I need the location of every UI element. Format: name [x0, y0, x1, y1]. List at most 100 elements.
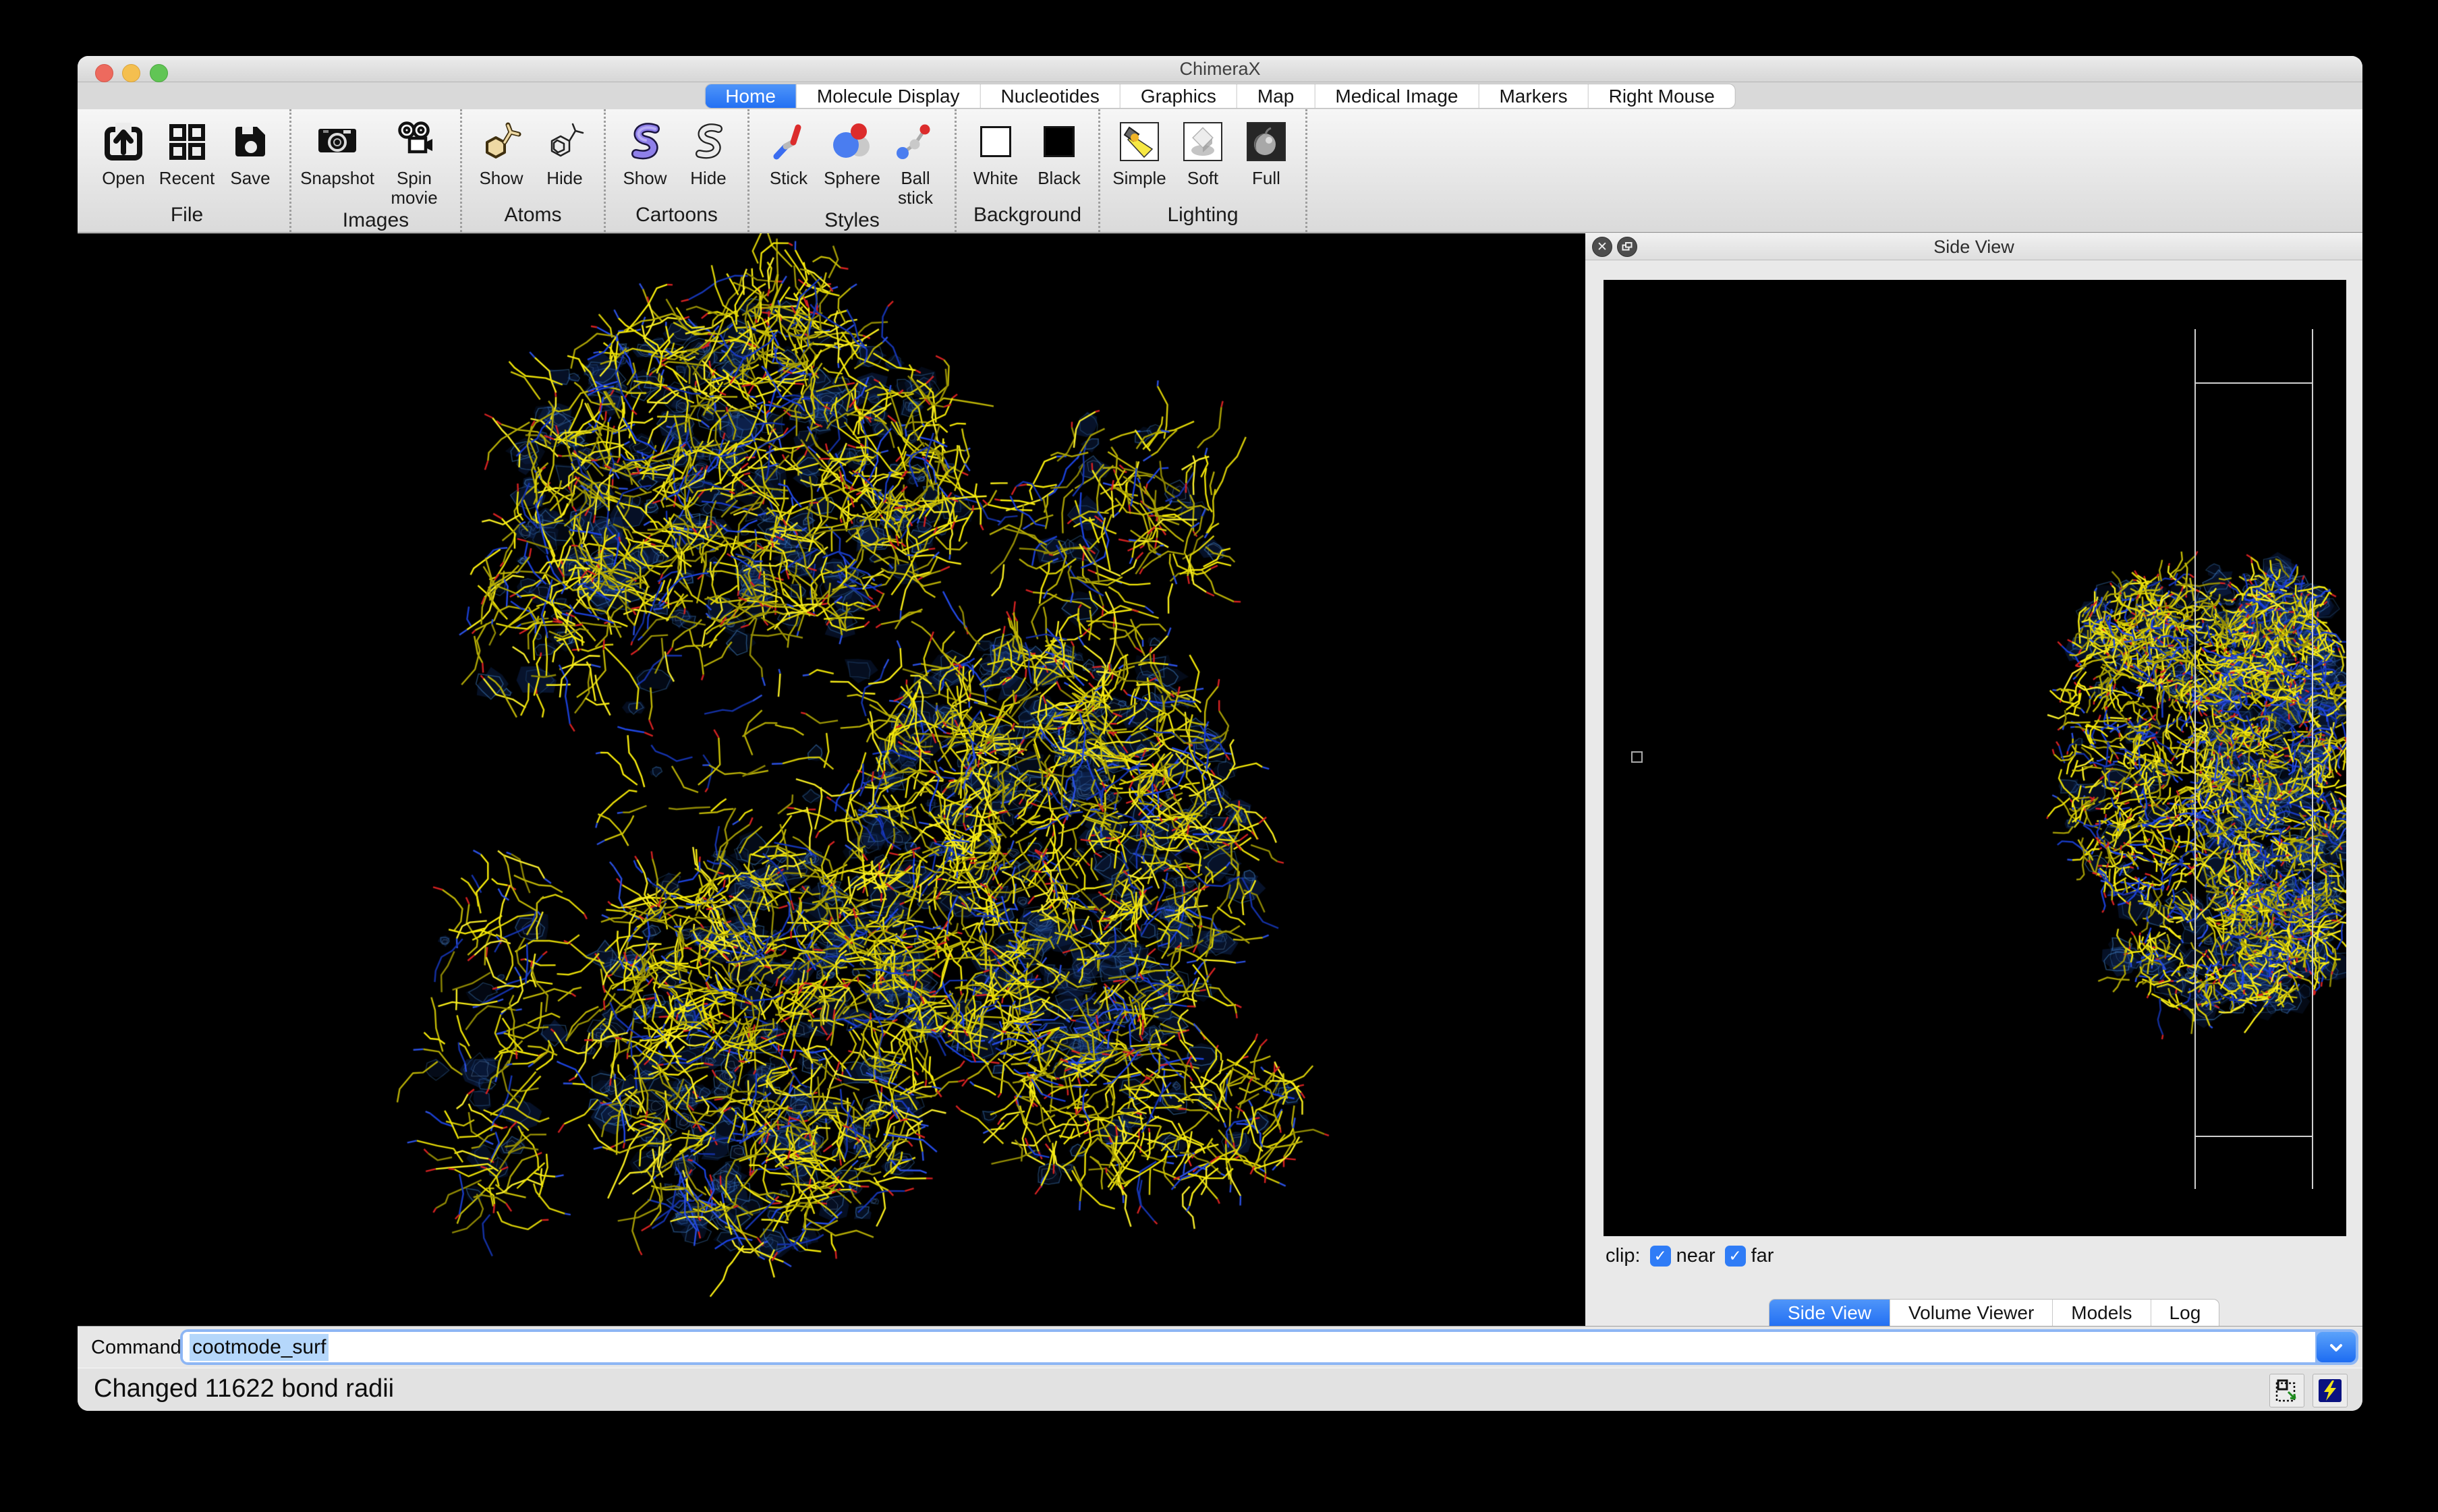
side-molecule-render	[1604, 280, 2346, 1236]
command-label: Command:	[91, 1327, 187, 1368]
tab-right-mouse[interactable]: Right Mouse	[1589, 84, 1735, 108]
tab-log[interactable]: Log	[2151, 1300, 2219, 1326]
snapshot-icon	[315, 117, 360, 166]
spin-movie-label: Spin movie	[378, 169, 451, 208]
chimerax-window: ChimeraX Home Molecule Display Nucleotid…	[78, 56, 2362, 1411]
style-ball-stick-button[interactable]: Ball stick	[886, 113, 945, 208]
recent-button[interactable]: Recent	[157, 113, 217, 188]
recent-label: Recent	[159, 169, 215, 188]
tab-nucleotides[interactable]: Nucleotides	[981, 84, 1121, 108]
near-label: near	[1676, 1245, 1716, 1267]
atoms-hide-label: Hide	[546, 169, 582, 188]
window-title: ChimeraX	[78, 56, 2362, 82]
toolbar-group-styles: Stick Sphere Ball stick	[749, 109, 957, 232]
open-button[interactable]: Open	[94, 113, 153, 188]
home-toolbar: Open Recent Save File	[78, 109, 2362, 233]
near-clip-line[interactable]	[2194, 329, 2196, 1189]
view-bottom-line	[2194, 1136, 2313, 1137]
far-clip-line[interactable]	[2312, 329, 2313, 1189]
style-sphere-button[interactable]: Sphere	[822, 113, 882, 188]
simple-label: Simple	[1112, 169, 1166, 188]
command-history-dropdown[interactable]	[2317, 1332, 2356, 1362]
atoms-hide-button[interactable]: Hide	[535, 113, 594, 188]
group-caption-background: Background	[973, 202, 1081, 231]
background-white-button[interactable]: White	[966, 113, 1025, 188]
cartoons-hide-button[interactable]: Hide	[679, 113, 738, 188]
tab-home[interactable]: Home	[705, 84, 797, 108]
side-view-viewport[interactable]	[1604, 280, 2346, 1236]
save-icon	[229, 117, 272, 166]
select-region-button[interactable]	[2269, 1374, 2304, 1407]
lightning-button[interactable]	[2313, 1374, 2348, 1407]
far-checkbox[interactable]	[1725, 1246, 1746, 1267]
simple-lighting-icon	[1120, 117, 1159, 166]
tab-markers[interactable]: Markers	[1479, 84, 1588, 108]
toolbar-group-background: White Black Background	[957, 109, 1100, 232]
clip-far-option[interactable]: far	[1725, 1245, 1774, 1267]
sphere-label: Sphere	[824, 169, 880, 188]
lightning-icon	[2317, 1377, 2344, 1404]
tab-volume-viewer[interactable]: Volume Viewer	[1890, 1300, 2053, 1326]
group-caption-atoms: Atoms	[504, 202, 561, 231]
command-input[interactable]: cootmode_surf	[183, 1332, 2315, 1362]
cartoons-show-button[interactable]: Show	[615, 113, 675, 188]
desktop-background: ChimeraX Home Molecule Display Nucleotid…	[0, 0, 2438, 1512]
tab-medical-image[interactable]: Medical Image	[1315, 84, 1479, 108]
command-row: Command: cootmode_surf	[78, 1326, 2362, 1368]
open-label: Open	[102, 169, 145, 188]
ribbon-tab-pill: Home Molecule Display Nucleotides Graphi…	[704, 84, 1736, 109]
black-background-icon	[1044, 117, 1075, 166]
soft-label: Soft	[1187, 169, 1218, 188]
lighting-soft-button[interactable]: Soft	[1173, 113, 1232, 188]
atoms-show-label: Show	[479, 169, 523, 188]
snapshot-button[interactable]: Snapshot	[301, 113, 374, 188]
atoms-hide-icon	[543, 117, 586, 166]
tab-models[interactable]: Models	[2053, 1300, 2151, 1326]
atoms-show-button[interactable]: Show	[472, 113, 531, 188]
toolbar-group-atoms: Show Hide Atoms	[462, 109, 606, 232]
clip-near-option[interactable]: near	[1650, 1245, 1716, 1267]
save-button[interactable]: Save	[221, 113, 280, 188]
background-black-button[interactable]: Black	[1029, 113, 1089, 188]
group-caption-file: File	[171, 202, 203, 231]
tab-side-view[interactable]: Side View	[1769, 1300, 1890, 1326]
main-3d-viewport[interactable]	[78, 233, 1585, 1326]
stick-label: Stick	[770, 169, 807, 188]
tab-graphics[interactable]: Graphics	[1121, 84, 1237, 108]
ribbon-tab-row: Home Molecule Display Nucleotides Graphi…	[78, 82, 2362, 109]
command-text-selected: cootmode_surf	[190, 1334, 329, 1361]
group-caption-styles: Styles	[824, 208, 880, 236]
side-view-title: Side View	[1585, 233, 2362, 260]
tab-molecule-display[interactable]: Molecule Display	[797, 84, 981, 108]
recent-icon	[165, 117, 208, 166]
cartoons-hide-icon	[687, 117, 730, 166]
tab-map[interactable]: Map	[1237, 84, 1315, 108]
full-label: Full	[1252, 169, 1280, 188]
stick-style-icon	[767, 117, 810, 166]
style-stick-button[interactable]: Stick	[759, 113, 818, 188]
content-area: ✕ Side View clip:	[78, 233, 2362, 1326]
side-view-header: ✕ Side View	[1585, 233, 2362, 260]
group-caption-cartoons: Cartoons	[635, 202, 718, 231]
sphere-style-icon	[830, 117, 874, 166]
command-combobox[interactable]: cootmode_surf	[180, 1329, 2358, 1365]
near-checkbox[interactable]	[1650, 1246, 1671, 1267]
eye-position-handle[interactable]	[1631, 751, 1643, 763]
open-icon	[102, 117, 145, 166]
spin-movie-button[interactable]: Spin movie	[378, 113, 451, 208]
ball-stick-style-icon	[894, 117, 937, 166]
save-label: Save	[230, 169, 270, 188]
tool-tabs: Side View Volume Viewer Models Log	[1769, 1299, 2219, 1326]
toolbar-group-cartoons: Show Hide Cartoons	[606, 109, 749, 232]
lighting-simple-button[interactable]: Simple	[1110, 113, 1169, 188]
group-caption-lighting: Lighting	[1167, 202, 1238, 231]
lighting-full-button[interactable]: Full	[1237, 113, 1296, 188]
group-caption-images: Images	[343, 208, 409, 236]
status-message: Changed 11622 bond radii	[94, 1368, 394, 1411]
toolbar-group-file: Open Recent Save File	[84, 109, 291, 232]
snapshot-label: Snapshot	[300, 169, 374, 188]
status-bar: Changed 11622 bond radii	[78, 1368, 2362, 1411]
atoms-show-icon	[480, 117, 523, 166]
soft-lighting-icon	[1183, 117, 1222, 166]
black-label: Black	[1038, 169, 1081, 188]
